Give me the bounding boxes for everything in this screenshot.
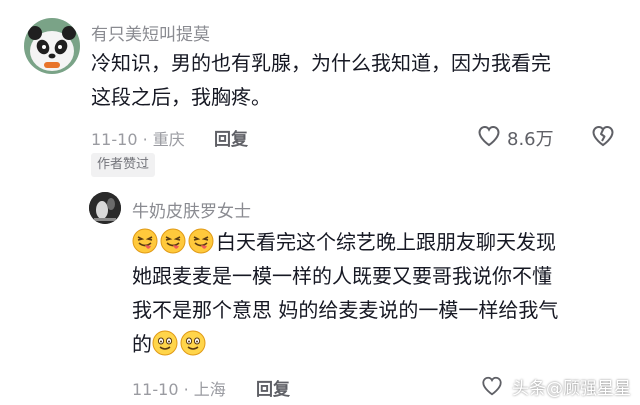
- reply-button[interactable]: 回复: [214, 125, 248, 150]
- tongue-emoji-icon: [132, 228, 158, 254]
- watermark-text: 头条@顾强星星: [512, 379, 631, 399]
- reply-text-line: 白天看完这个综艺晚上跟朋友聊天发现: [132, 225, 558, 259]
- reply-button[interactable]: 回复: [256, 375, 290, 400]
- smile-emoji-icon: [180, 330, 206, 356]
- reply-username[interactable]: 牛奶皮肤罗女士: [132, 197, 251, 222]
- reply-location: 上海: [193, 380, 226, 399]
- comment-text-line: 这段之后，我胸疼。: [91, 85, 271, 109]
- comment-location: 重庆: [152, 130, 185, 149]
- like-count: 8.6万: [507, 129, 554, 150]
- comment-meta: 11-10 · 重庆: [91, 126, 185, 150]
- comment-text-line: 冷知识，男的也有乳腺，为什么我知道，因为我看完: [91, 51, 551, 75]
- tongue-emoji-icon: [188, 228, 214, 254]
- reply-text-line: 我不是那个意思 妈的给麦麦说的一模一样给我气: [132, 298, 559, 322]
- author-liked-badge: 作者赞过: [91, 153, 156, 177]
- reply-text-line: 她跟麦麦是一模一样的人既要又要哥我说你不懂: [132, 264, 552, 288]
- reply-text-line: 的: [132, 327, 558, 361]
- comment-text: 冷知识，男的也有乳腺，为什么我知道，因为我看完 这段之后，我胸疼。: [91, 46, 551, 114]
- reply-user-avatar[interactable]: [89, 192, 121, 224]
- heart-icon: [482, 376, 502, 396]
- reply-meta: 11-10 · 上海: [132, 376, 226, 400]
- comment-username[interactable]: 有只美短叫提莫: [91, 20, 210, 45]
- tongue-emoji-icon: [160, 228, 186, 254]
- broken-heart-icon: [592, 125, 614, 147]
- comment-date: 11-10: [91, 130, 138, 149]
- panda-avatar-icon: [24, 18, 80, 74]
- like-button[interactable]: [477, 124, 501, 148]
- reply-date: 11-10: [132, 380, 179, 399]
- dislike-button[interactable]: [591, 124, 615, 148]
- meta-separator: ·: [178, 380, 194, 399]
- avatar-image-icon: [89, 192, 121, 224]
- user-avatar[interactable]: [24, 18, 80, 74]
- reply-text: 白天看完这个综艺晚上跟朋友聊天发现 她跟麦麦是一模一样的人既要又要哥我说你不懂 …: [132, 225, 558, 361]
- heart-icon: [478, 125, 500, 147]
- reply-like-button[interactable]: [481, 375, 503, 397]
- smile-emoji-icon: [152, 330, 178, 356]
- meta-separator: ·: [137, 130, 153, 149]
